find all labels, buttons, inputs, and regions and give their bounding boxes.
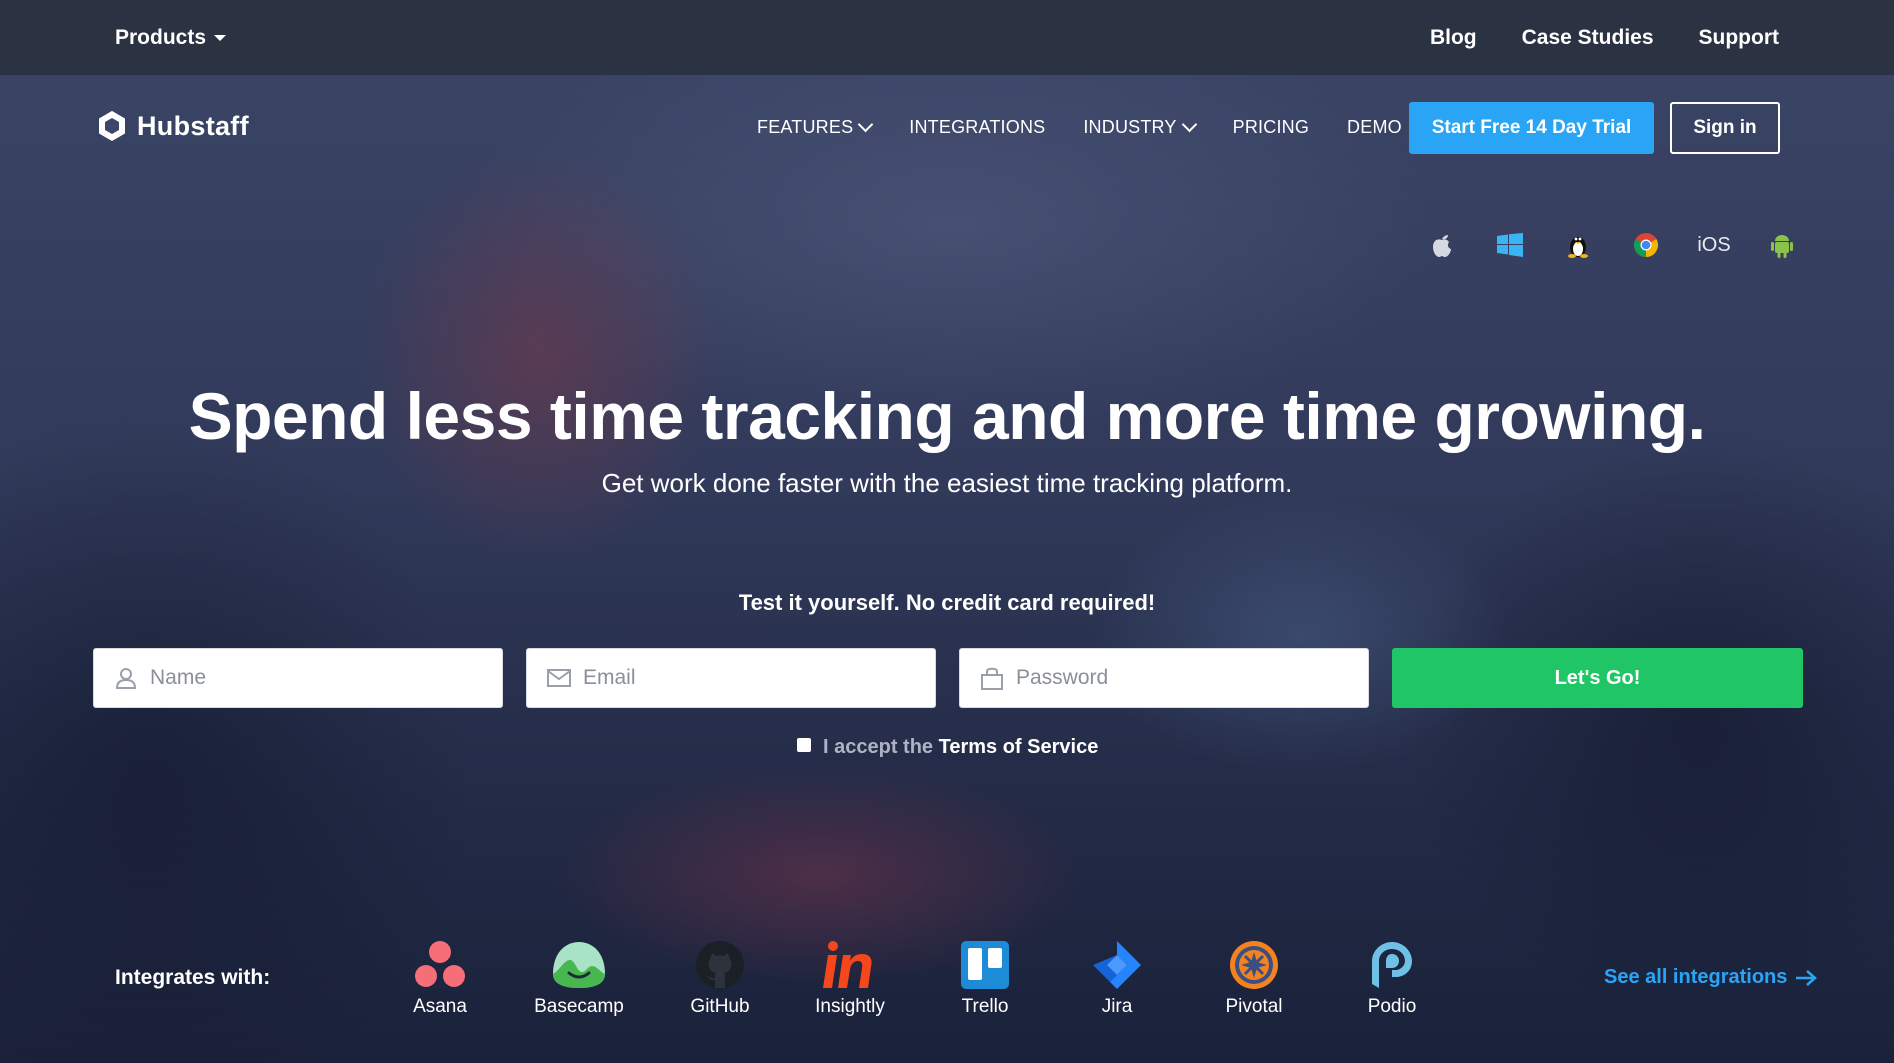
jira-icon	[1093, 941, 1141, 989]
hubstaff-logo-icon	[99, 111, 125, 141]
nav-item-industry[interactable]: INDUSTRY	[1083, 116, 1197, 138]
integration-label: Trello	[961, 996, 1009, 1017]
products-dropdown[interactable]: Products	[115, 26, 227, 50]
terms-row: I accept the Terms of Service	[797, 736, 1098, 759]
nav-item-features[interactable]: FEATURES	[757, 116, 874, 138]
nav-item-label: PRICING	[1232, 117, 1310, 137]
password-field[interactable]	[959, 648, 1369, 708]
hero-subtitle: Get work done faster with the easiest ti…	[601, 468, 1293, 498]
support-link[interactable]: Support	[1699, 26, 1779, 50]
products-label: Products	[115, 26, 207, 49]
integration-trello[interactable]: Trello	[925, 938, 1045, 1018]
email-field[interactable]	[526, 648, 936, 708]
trello-icon	[961, 941, 1009, 989]
nav-item-integrations[interactable]: INTEGRATIONS	[909, 117, 1045, 138]
ios-label: iOS	[1697, 233, 1731, 256]
integration-label: Pivotal	[1225, 996, 1283, 1017]
integration-label: Jira	[1101, 996, 1133, 1017]
see-all-integrations-link[interactable]: See all integrations	[1604, 966, 1818, 989]
ios-icon[interactable]: iOS	[1680, 228, 1748, 262]
hero-title: Spend less time tracking and more time g…	[188, 379, 1706, 453]
nav-item-pricing[interactable]: PRICING	[1233, 117, 1309, 138]
chevron-down-icon	[858, 116, 874, 133]
signup-tagline: Test it yourself. No credit card require…	[738, 590, 1156, 615]
start-trial-button[interactable]: Start Free 14 Day Trial	[1409, 102, 1654, 154]
email-input[interactable]	[571, 648, 935, 708]
integration-basecamp[interactable]: Basecamp	[519, 938, 639, 1018]
top-utility-bar: Products Blog Case Studies Support	[0, 0, 1894, 75]
integration-label: GitHub	[690, 996, 750, 1017]
terms-link[interactable]: Terms of Service	[939, 736, 1099, 758]
nav-links: FEATURES INTEGRATIONS INDUSTRY PRICING D…	[757, 116, 1402, 138]
insightly-icon	[823, 941, 872, 988]
main-nav: Hubstaff FEATURES INTEGRATIONS INDUSTRY …	[0, 75, 1894, 180]
integration-pivotal[interactable]: Pivotal	[1194, 938, 1314, 1018]
hubstaff-logo[interactable]: Hubstaff	[95, 109, 249, 143]
caret-down-icon	[214, 35, 227, 41]
asana-icon	[415, 941, 465, 987]
name-input[interactable]	[138, 648, 502, 708]
windows-icon[interactable]	[1476, 228, 1544, 262]
chevron-down-icon	[1181, 116, 1197, 133]
integration-label: Podio	[1367, 996, 1417, 1017]
chrome-icon[interactable]	[1612, 228, 1680, 262]
integration-label: Insightly	[815, 996, 885, 1017]
submit-button[interactable]: Let's Go!	[1392, 648, 1803, 708]
nav-item-label: DEMO	[1347, 117, 1402, 137]
blog-link[interactable]: Blog	[1430, 26, 1477, 50]
integration-podio[interactable]: Podio	[1332, 938, 1452, 1018]
integration-label: Basecamp	[534, 996, 624, 1017]
linux-icon[interactable]	[1544, 228, 1612, 262]
android-icon[interactable]	[1748, 228, 1816, 262]
apple-icon[interactable]	[1408, 228, 1476, 262]
nav-item-label: INTEGRATIONS	[909, 117, 1046, 137]
platform-icons: iOS	[1408, 228, 1816, 262]
integration-github[interactable]: GitHub	[660, 938, 780, 1018]
terms-checkbox[interactable]	[797, 737, 811, 752]
pivotal-icon	[1230, 941, 1278, 989]
github-icon	[696, 941, 744, 989]
password-input[interactable]	[1004, 648, 1368, 708]
top-links: Blog Case Studies Support	[1430, 26, 1779, 50]
arrow-right-icon	[1796, 969, 1818, 986]
logo-text: Hubstaff	[137, 110, 249, 141]
sign-in-button[interactable]: Sign in	[1670, 102, 1780, 154]
see-all-label: See all integrations	[1604, 966, 1788, 988]
name-field[interactable]	[93, 648, 503, 708]
case-studies-link[interactable]: Case Studies	[1522, 26, 1654, 50]
integration-insightly[interactable]: Insightly	[790, 938, 910, 1018]
nav-item-demo[interactable]: DEMO	[1347, 117, 1402, 138]
user-icon	[115, 668, 137, 689]
basecamp-icon	[553, 942, 605, 988]
nav-item-label: FEATURES	[757, 117, 854, 137]
nav-item-label: INDUSTRY	[1083, 117, 1177, 137]
integrations-label: Integrates with:	[115, 966, 271, 989]
integration-jira[interactable]: Jira	[1057, 938, 1177, 1018]
envelope-icon	[547, 669, 571, 687]
integration-label: Asana	[413, 996, 467, 1017]
lock-icon	[981, 667, 1003, 690]
podio-icon	[1372, 942, 1412, 988]
hero-background	[0, 75, 1894, 1063]
integration-asana[interactable]: Asana	[380, 938, 500, 1018]
terms-prefix: I accept the	[823, 736, 934, 758]
